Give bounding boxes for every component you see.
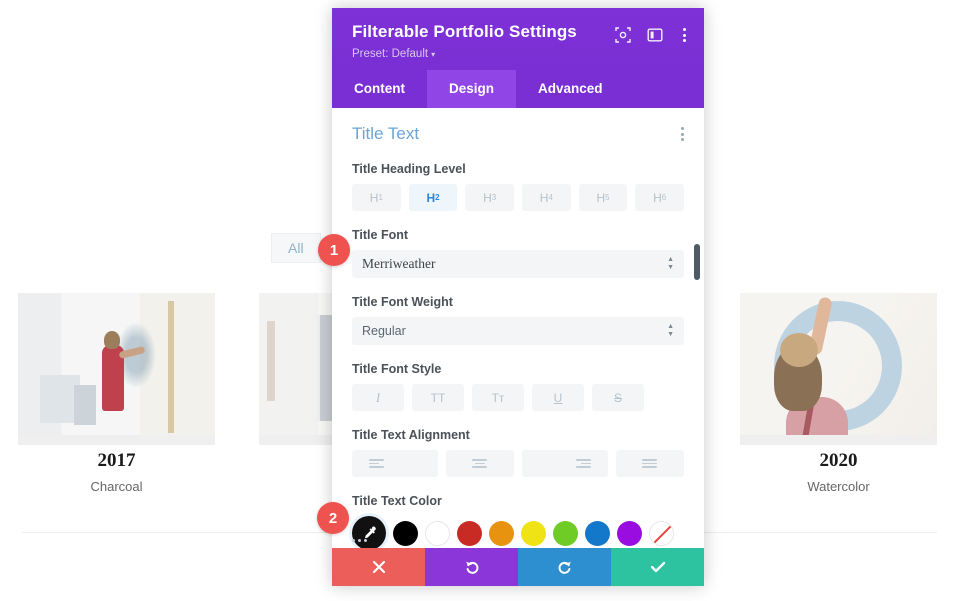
field-label: Title Text Alignment [352,428,470,442]
tab-advanced[interactable]: Advanced [516,70,625,108]
callout-badge-2: 2 [317,502,349,534]
color-swatch-green[interactable] [553,520,578,546]
color-swatch-white[interactable] [425,520,450,546]
screen: Re All 2017 Charcoal [0,0,959,601]
modal-body: Title Text Title Heading Level H1 H2 H3 … [332,108,704,548]
more-options-kebab-icon[interactable] [679,28,690,42]
preset-selector[interactable]: Preset: Default ▾ [352,48,684,60]
color-swatch-black[interactable] [393,520,418,546]
align-right-icon[interactable] [522,450,608,477]
align-left-icon[interactable] [352,450,438,477]
heading-level-h6-button[interactable]: H6 [635,184,685,211]
callout-badge-1: 1 [318,234,350,266]
section-options-kebab-icon[interactable] [681,127,684,141]
field-title-text-color: Title Text Color [352,494,684,548]
h-num: 5 [605,193,610,202]
color-swatch-red[interactable] [457,520,482,546]
section-title: Title Text [352,124,420,143]
chevron-down-icon: ▾ [431,50,436,59]
field-title-font: Title Font Merriweather ▲ ▼ [352,228,684,278]
modal-footer [332,548,704,586]
field-label: Title Font [352,228,409,242]
h-tag: H [653,190,662,205]
small-caps-button[interactable]: Tт [472,384,524,411]
title-text-section-header: Title Text [352,124,684,144]
select-stepper-icon: ▲ ▼ [667,256,674,271]
heading-level-button-group: H1 H2 H3 H4 H5 H6 [352,184,685,211]
field-title-font-style: Title Font Style I TT Tт U S [352,362,684,411]
heading-level-h5-button[interactable]: H5 [578,184,628,211]
color-swatch-row [352,516,684,548]
h-num: 1 [378,193,383,202]
tab-design[interactable]: Design [427,70,517,108]
text-alignment-button-group [352,450,684,477]
color-swatch-blue[interactable] [585,520,610,546]
field-title-font-weight: Title Font Weight Regular ▲ ▼ [352,295,684,345]
modal-scrollbar[interactable] [694,108,700,548]
field-title-heading-level: Title Heading Level H1 H2 H3 H4 H5 H6 [352,162,685,211]
color-swatch-orange[interactable] [489,520,514,546]
align-center-icon[interactable] [445,450,514,477]
portfolio-item-category: Charcoal [90,479,143,494]
h-num: 6 [661,193,667,202]
filter-button-all[interactable]: All [271,233,321,263]
field-label: Title Font Weight [352,295,453,309]
portfolio-thumbnail[interactable] [18,293,215,438]
filterable-portfolio-settings-modal: Filterable Portfolio Settings Preset: De… [332,8,704,586]
color-swatch-none[interactable] [649,520,674,546]
modal-header: Filterable Portfolio Settings Preset: De… [332,8,704,70]
align-justify-icon[interactable] [615,450,684,477]
h-tag: H [539,190,549,205]
color-swatch-yellow[interactable] [521,520,546,546]
uppercase-button[interactable]: TT [412,384,464,411]
portfolio-filter-bar: All [271,233,321,263]
h-tag: H [596,190,606,205]
save-button[interactable] [611,548,704,586]
portfolio-item-year: 2017 [97,450,136,471]
focus-mode-icon[interactable] [615,27,631,43]
field-label: Title Text Color [352,494,442,508]
strikethrough-button[interactable]: S [592,384,644,411]
select-stepper-icon: ▲ ▼ [667,323,674,338]
scrollbar-thumb[interactable] [694,244,700,280]
modal-header-actions [615,27,690,43]
h-tag: H [369,190,379,205]
heading-level-h2-button[interactable]: H2 [408,184,458,211]
eyedropper-icon[interactable] [352,516,386,548]
portfolio-item[interactable]: 2017 Charcoal [18,293,215,494]
field-label: Title Font Style [352,362,442,376]
title-font-select[interactable]: Merriweather [352,250,684,278]
portfolio-item-category: Watercolor [807,479,870,494]
cancel-button[interactable] [332,548,425,586]
title-font-weight-select[interactable]: Regular [352,317,684,345]
field-title-text-alignment: Title Text Alignment [352,428,684,477]
h-num: 2 [435,193,440,202]
portfolio-thumbnail[interactable] [740,293,937,438]
drag-handle-icon[interactable] [352,539,367,542]
layout-toggle-icon[interactable] [647,27,663,43]
h-num: 4 [548,193,553,202]
h-tag: H [426,190,436,205]
h-num: 3 [491,193,497,202]
heading-level-h3-button[interactable]: H3 [465,184,515,211]
field-label: Title Heading Level [352,162,466,176]
tab-content[interactable]: Content [332,70,427,108]
italic-button[interactable]: I [352,384,404,411]
redo-button[interactable] [518,548,611,586]
font-style-button-group: I TT Tт U S [352,384,684,411]
preset-label: Preset: Default [352,48,429,60]
portfolio-item-year: 2020 [819,450,858,471]
portfolio-item[interactable]: 2020 Watercolor [740,293,937,494]
modal-tabs: Content Design Advanced [332,70,704,108]
heading-level-h1-button[interactable]: H1 [352,184,401,211]
h-tag: H [483,190,492,205]
undo-button[interactable] [425,548,518,586]
heading-level-h4-button[interactable]: H4 [522,184,571,211]
underline-button[interactable]: U [532,384,584,411]
color-swatch-purple[interactable] [617,520,642,546]
